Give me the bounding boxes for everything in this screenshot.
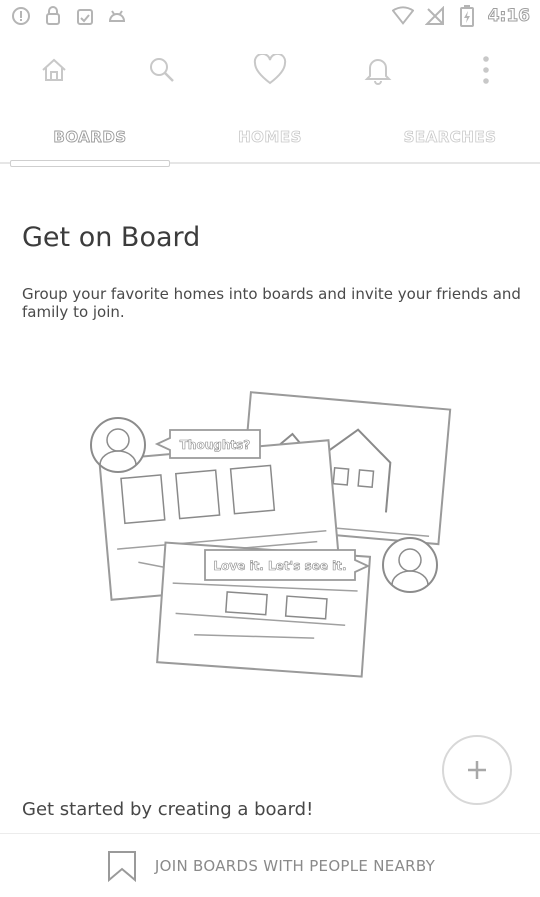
bell-icon <box>364 59 392 85</box>
favorites-button[interactable] <box>240 42 300 98</box>
join-boards-nearby-button[interactable]: JOIN BOARDS WITH PEOPLE NEARBY <box>0 833 540 897</box>
avatar-bottom <box>382 537 438 593</box>
more-vertical-icon <box>483 56 489 84</box>
plus-icon <box>468 761 486 779</box>
bookmark-ribbon-icon <box>107 850 136 882</box>
create-board-prompt: Get started by creating a board! <box>22 799 314 820</box>
search-button[interactable] <box>132 42 192 98</box>
more-options-button[interactable] <box>456 42 516 98</box>
wifi-icon <box>391 5 414 27</box>
status-bar: 4:16 <box>0 0 540 32</box>
search-icon <box>150 58 174 82</box>
clipboard-icon <box>74 5 96 27</box>
tab-boards[interactable]: BOARDS <box>10 111 170 167</box>
page-title: Get on Board <box>22 222 201 253</box>
tab-bar: BOARDS HOMES SEARCHES <box>0 111 540 167</box>
status-time: 4:16 <box>487 6 530 27</box>
page-description: Group your favorite homes into boards an… <box>22 285 521 321</box>
home-button[interactable] <box>24 42 84 98</box>
notifications-button[interactable] <box>348 42 408 98</box>
tab-searches[interactable]: SEARCHES <box>370 111 530 163</box>
alert-circle-icon <box>10 5 32 27</box>
boards-illustration: Thoughts? Love it. Let's see it. <box>90 391 452 678</box>
home-icon <box>42 58 66 81</box>
bubble-bottom-text: Love it. Let's see it. <box>213 559 346 573</box>
lock-icon <box>42 5 64 27</box>
avatar-top <box>90 417 146 473</box>
join-boards-label: JOIN BOARDS WITH PEOPLE NEARBY <box>154 856 436 875</box>
status-left-icons <box>10 5 128 27</box>
heart-icon <box>253 54 287 85</box>
create-board-button[interactable] <box>442 735 512 805</box>
top-nav <box>0 40 540 100</box>
status-right-icons: 4:16 <box>391 5 531 27</box>
bubble-top-text: Thoughts? <box>180 438 251 452</box>
no-signal-icon <box>424 5 446 27</box>
android-icon <box>106 5 128 27</box>
battery-charging-icon <box>456 5 478 27</box>
tab-homes[interactable]: HOMES <box>190 111 350 163</box>
